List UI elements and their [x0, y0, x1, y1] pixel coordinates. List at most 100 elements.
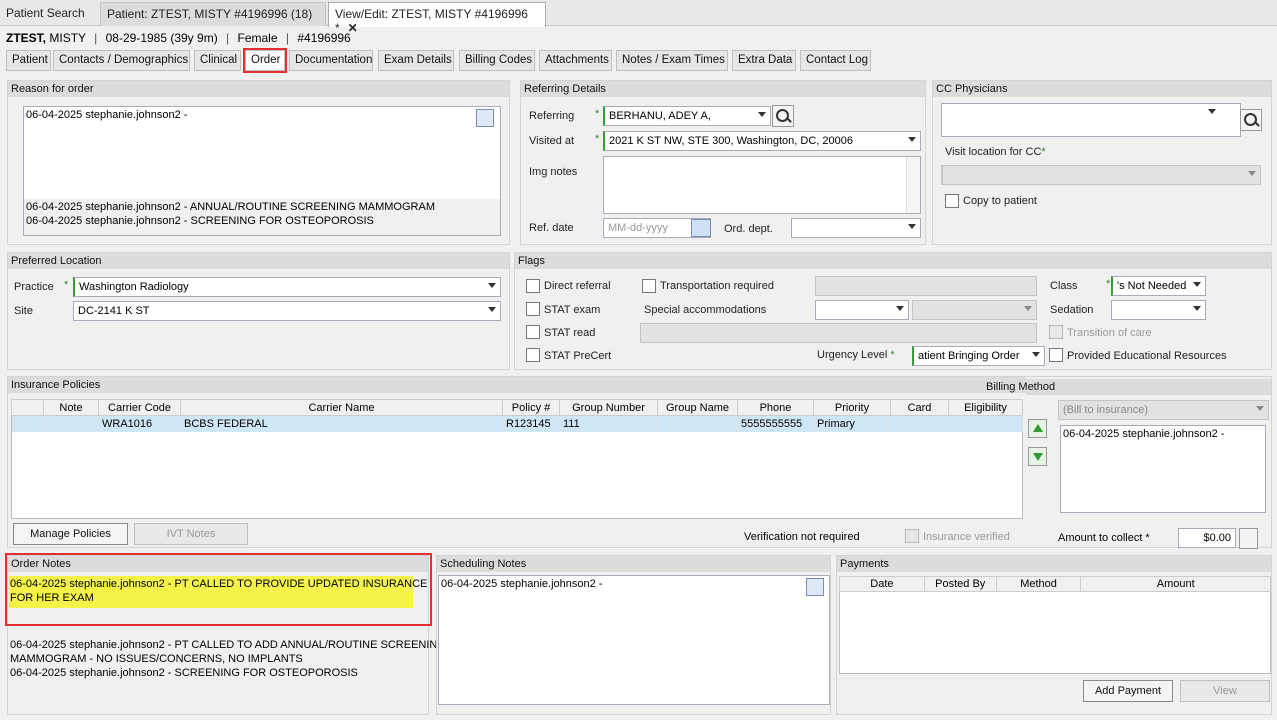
scheduling-entry: 06-04-2025 stephanie.johnson2 - [441, 578, 603, 590]
amount-to-collect-input[interactable]: $0.00 [1178, 528, 1236, 548]
manage-policies-button[interactable]: Manage Policies [13, 523, 128, 545]
tab-billing-codes[interactable]: Billing Codes [459, 50, 535, 71]
patient-last-name: ZTEST, [6, 31, 47, 45]
stat-read-label: STAT read [544, 327, 596, 339]
img-notes-textarea[interactable] [603, 156, 921, 214]
ivt-notes-button[interactable]: IVT Notes [134, 523, 248, 545]
column-header[interactable]: Group Number [559, 399, 658, 416]
stat-read-checkbox[interactable] [526, 325, 540, 339]
chevron-down-icon [896, 306, 904, 311]
transportation-required-checkbox[interactable] [642, 279, 656, 293]
order-note-line: MAMMOGRAM - NO ISSUES/CONCERNS, NO IMPLA… [10, 653, 303, 665]
column-header[interactable] [11, 399, 44, 416]
column-header[interactable]: Priority [813, 399, 891, 416]
tab-clinical[interactable]: Clinical [194, 50, 241, 71]
tab-documentation[interactable]: Documentation [289, 50, 373, 71]
tab-view-edit[interactable]: View/Edit: ZTEST, MISTY #4196996 * ✕ [328, 2, 546, 35]
urgency-level-select[interactable]: atient Bringing Order [912, 346, 1045, 366]
add-payment-button[interactable]: Add Payment [1083, 680, 1173, 702]
search-icon[interactable] [772, 105, 794, 127]
provided-educational-checkbox[interactable] [1049, 348, 1063, 362]
ref-date-placeholder: MM-dd-yyyy [608, 222, 668, 234]
table-empty-area [11, 431, 1023, 519]
panel-title: CC Physicians [933, 81, 1271, 97]
tab-notes-exam-times[interactable]: Notes / Exam Times [616, 50, 728, 71]
provided-educational-label: Provided Educational Resources [1067, 350, 1227, 362]
special-accommodations-select[interactable] [815, 300, 909, 320]
required-mark: * [64, 279, 69, 291]
table-row[interactable]: WRA1016 BCBS FEDERAL R123145 111 5555555… [11, 415, 1023, 432]
sedation-select[interactable] [1111, 300, 1206, 320]
verification-status: Verification not required [744, 531, 860, 543]
insurance-verified-checkbox[interactable] [905, 529, 919, 543]
ord-dept-select[interactable] [791, 218, 921, 238]
tab-exam-details[interactable]: Exam Details [378, 50, 454, 71]
view-button[interactable]: View [1180, 680, 1270, 702]
tab-patient[interactable]: Patient [6, 50, 51, 71]
column-header[interactable]: Method [995, 576, 1082, 592]
column-header[interactable]: Posted By [923, 576, 997, 592]
chevron-down-icon [1193, 282, 1201, 287]
referring-select[interactable]: BERHANU, ADEY A, [603, 106, 771, 126]
tab-contacts-demographics[interactable]: Contacts / Demographics [53, 50, 190, 71]
stat-exam-checkbox[interactable] [526, 302, 540, 316]
tab-contact-log[interactable]: Contact Log [800, 50, 871, 71]
column-header[interactable]: Policy # [502, 399, 560, 416]
column-header[interactable]: Group Name [657, 399, 738, 416]
direct-referral-checkbox[interactable] [526, 279, 540, 293]
transportation-input[interactable] [815, 276, 1037, 296]
column-header[interactable]: Eligibility [948, 399, 1023, 416]
move-down-icon[interactable] [1028, 447, 1047, 466]
move-up-icon[interactable] [1028, 419, 1047, 438]
visit-location-select[interactable] [941, 165, 1261, 185]
visit-location-text: Visit location for CC [945, 146, 1042, 158]
column-header[interactable]: Carrier Code [98, 399, 181, 416]
tab-attachments[interactable]: Attachments [539, 50, 612, 71]
column-header[interactable]: Phone [737, 399, 814, 416]
column-header[interactable]: Card [890, 399, 949, 416]
chevron-down-icon [1032, 352, 1040, 357]
scheduling-notes-panel: Scheduling Notes 06-04-2025 stephanie.jo… [436, 555, 831, 715]
special-accommodations-detail[interactable] [912, 300, 1037, 320]
tab-extra-data[interactable]: Extra Data [732, 50, 796, 71]
panel-title: Flags [515, 253, 1271, 269]
site-select[interactable]: DC-2141 K ST [73, 301, 501, 321]
cc-physicians-input[interactable] [941, 103, 1241, 137]
column-header[interactable]: Amount [1080, 576, 1271, 592]
class-select[interactable]: 's Not Needed [1111, 276, 1206, 296]
tab-order[interactable]: Order [245, 50, 285, 71]
billing-method-select[interactable]: (Bill to insurance) [1058, 400, 1269, 420]
column-header[interactable]: Date [839, 576, 925, 592]
billing-note-box[interactable]: 06-04-2025 stephanie.johnson2 - [1060, 425, 1266, 513]
billing-method-text: Billing Method [986, 381, 1056, 393]
search-icon[interactable] [1240, 109, 1262, 131]
copy-to-patient-checkbox[interactable] [945, 194, 959, 208]
panel-title: Order Notes [8, 556, 428, 572]
calendar-icon[interactable] [691, 219, 711, 237]
stat-read-input[interactable] [640, 323, 1037, 343]
patient-dob: 08-29-1985 (39y 9m) [105, 31, 218, 45]
order-note-line: FOR HER EXAM [10, 592, 94, 604]
edit-note-icon[interactable] [476, 109, 494, 127]
table-cell: WRA1016 [98, 415, 181, 432]
reason-entry: 06-04-2025 stephanie.johnson2 - SCREENIN… [26, 215, 374, 227]
scheduling-notes-box[interactable]: 06-04-2025 stephanie.johnson2 - [438, 575, 830, 705]
payments-table: Date Posted By Method Amount [839, 576, 1271, 674]
column-header[interactable]: Note [43, 399, 99, 416]
tab-patient-search[interactable]: Patient Search [0, 2, 100, 26]
stat-precert-checkbox[interactable] [526, 348, 540, 362]
table-cell: R123145 [502, 415, 560, 432]
sedation-label: Sedation [1050, 304, 1094, 316]
scrollbar[interactable] [906, 157, 920, 213]
practice-select[interactable]: Washington Radiology [73, 277, 501, 297]
calculator-icon[interactable] [1239, 528, 1258, 549]
panel-title: Preferred Location [8, 253, 509, 269]
visited-at-select[interactable]: 2021 K ST NW, STE 300, Washington, DC, 2… [603, 131, 921, 151]
tab-patient-record[interactable]: Patient: ZTEST, MISTY #4196996 (18) [100, 2, 326, 26]
add-note-icon[interactable] [806, 578, 824, 596]
column-header[interactable]: Carrier Name [180, 399, 503, 416]
reason-notes-box[interactable]: 06-04-2025 stephanie.johnson2 - 06-04-20… [23, 106, 501, 236]
table-cell [11, 415, 44, 432]
transition-of-care-checkbox[interactable] [1049, 325, 1063, 339]
arrow-up-icon [1033, 424, 1043, 432]
